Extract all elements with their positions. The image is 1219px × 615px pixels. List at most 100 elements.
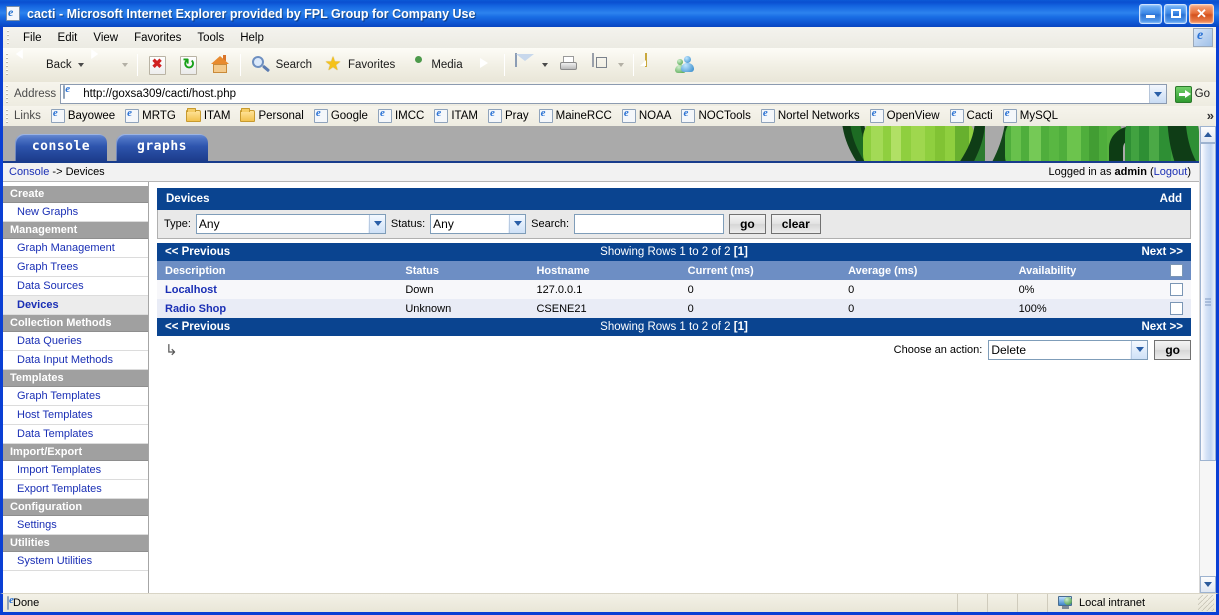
filter-clear-button[interactable]: clear bbox=[770, 214, 821, 234]
link-itam[interactable]: ITAM bbox=[429, 107, 483, 123]
menu-file[interactable]: File bbox=[15, 30, 50, 46]
favorites-button[interactable]: ★ Favorites bbox=[317, 53, 400, 77]
device-link-localhost[interactable]: Localhost bbox=[165, 284, 217, 296]
column-description[interactable]: Description bbox=[157, 261, 398, 280]
address-input[interactable]: http://goxsa309/cacti/host.php bbox=[60, 84, 1167, 104]
scrollbar-track[interactable] bbox=[1200, 143, 1216, 576]
sidebar-item-data-queries[interactable]: Data Queries bbox=[3, 332, 148, 351]
addressbar-grip[interactable] bbox=[5, 85, 11, 103]
device-link-radio-shop[interactable]: Radio Shop bbox=[165, 303, 226, 315]
toolbar-grip[interactable] bbox=[5, 53, 11, 77]
sidebar-item-data-input-methods[interactable]: Data Input Methods bbox=[3, 351, 148, 370]
maximize-button[interactable] bbox=[1164, 3, 1187, 24]
notes-button[interactable] bbox=[638, 52, 670, 78]
resize-grip[interactable] bbox=[1198, 595, 1214, 611]
messenger-button[interactable] bbox=[670, 53, 702, 77]
link-imcc[interactable]: IMCC bbox=[373, 107, 429, 123]
table-row[interactable]: Radio Shop Unknown CSENE21 0 0 100% bbox=[157, 299, 1191, 318]
link-noctools[interactable]: NOCTools bbox=[676, 107, 755, 123]
link-mrtg[interactable]: MRTG bbox=[120, 107, 181, 123]
sidebar-item-data-templates[interactable]: Data Templates bbox=[3, 425, 148, 444]
link-google[interactable]: Google bbox=[309, 107, 373, 123]
minimize-button[interactable] bbox=[1139, 3, 1162, 24]
link-personal[interactable]: Personal bbox=[235, 108, 308, 122]
previous-page-link-top[interactable]: << Previous bbox=[157, 243, 499, 261]
previous-page-link-bottom[interactable]: << Previous bbox=[157, 318, 499, 336]
stop-button[interactable] bbox=[142, 53, 173, 78]
sidebar-item-new-graphs[interactable]: New Graphs bbox=[3, 203, 148, 222]
tab-console[interactable]: console bbox=[15, 134, 107, 161]
link-itam-folder[interactable]: ITAM bbox=[181, 108, 236, 122]
linksbar-grip[interactable] bbox=[5, 108, 11, 124]
forward-history-caret-icon[interactable] bbox=[121, 63, 128, 67]
menu-view[interactable]: View bbox=[85, 30, 126, 46]
address-dropdown-button[interactable] bbox=[1148, 85, 1166, 103]
sidebar-item-host-templates[interactable]: Host Templates bbox=[3, 406, 148, 425]
menu-edit[interactable]: Edit bbox=[50, 30, 86, 46]
page-number[interactable]: [1] bbox=[734, 321, 748, 333]
filter-go-button[interactable]: go bbox=[729, 214, 766, 234]
forward-button[interactable] bbox=[89, 49, 133, 78]
link-bayowee[interactable]: Bayowee bbox=[46, 107, 120, 123]
home-button[interactable] bbox=[204, 53, 236, 77]
menu-help[interactable]: Help bbox=[232, 30, 272, 46]
link-openview[interactable]: OpenView bbox=[865, 107, 945, 123]
scroll-up-button[interactable] bbox=[1200, 126, 1216, 143]
page-number[interactable]: [1] bbox=[734, 246, 748, 258]
back-history-caret-icon[interactable] bbox=[77, 63, 84, 67]
go-button[interactable]: Go bbox=[1171, 85, 1214, 103]
menu-favorites[interactable]: Favorites bbox=[126, 30, 189, 46]
mail-button[interactable] bbox=[509, 52, 553, 78]
sidebar-item-devices[interactable]: Devices bbox=[3, 296, 148, 315]
row-checkbox[interactable] bbox=[1170, 283, 1183, 296]
link-nortel-networks[interactable]: Nortel Networks bbox=[756, 107, 865, 123]
search-button[interactable]: Search bbox=[245, 53, 317, 77]
link-pray[interactable]: Pray bbox=[483, 107, 534, 123]
menubar-grip[interactable] bbox=[6, 30, 12, 45]
select-all-checkbox[interactable] bbox=[1170, 264, 1183, 277]
media-button[interactable]: Media bbox=[400, 52, 467, 78]
sidebar-item-export-templates[interactable]: Export Templates bbox=[3, 480, 148, 499]
action-select[interactable]: Delete bbox=[988, 340, 1149, 360]
menu-tools[interactable]: Tools bbox=[189, 30, 232, 46]
column-availability[interactable]: Availability bbox=[1010, 261, 1162, 280]
sidebar-item-graph-trees[interactable]: Graph Trees bbox=[3, 258, 148, 277]
link-noaa[interactable]: NOAA bbox=[617, 107, 677, 123]
edit-caret-icon[interactable] bbox=[617, 63, 624, 67]
sidebar-item-settings[interactable]: Settings bbox=[3, 516, 148, 535]
next-page-link-top[interactable]: Next >> bbox=[849, 243, 1191, 261]
scroll-down-button[interactable] bbox=[1200, 576, 1216, 593]
mail-caret-icon[interactable] bbox=[541, 63, 548, 67]
column-current-ms[interactable]: Current (ms) bbox=[679, 261, 841, 280]
column-hostname[interactable]: Hostname bbox=[528, 261, 680, 280]
page-vertical-scrollbar[interactable] bbox=[1199, 126, 1216, 593]
link-mysql[interactable]: MySQL bbox=[998, 107, 1063, 123]
tab-graphs[interactable]: graphs bbox=[116, 134, 208, 161]
refresh-button[interactable] bbox=[173, 53, 204, 78]
row-checkbox[interactable] bbox=[1170, 302, 1183, 315]
scrollbar-thumb[interactable] bbox=[1200, 143, 1216, 461]
link-cacti[interactable]: Cacti bbox=[945, 107, 998, 123]
column-status[interactable]: Status bbox=[397, 261, 529, 280]
action-go-button[interactable]: go bbox=[1154, 340, 1191, 360]
add-device-link[interactable]: Add bbox=[1160, 193, 1182, 205]
back-button[interactable]: Back bbox=[15, 49, 89, 78]
table-row[interactable]: Localhost Down 127.0.0.1 0 0 0% bbox=[157, 280, 1191, 299]
edit-button[interactable] bbox=[585, 52, 629, 78]
type-filter-select[interactable]: Any bbox=[195, 214, 386, 234]
breadcrumb-console-link[interactable]: Console bbox=[9, 166, 49, 178]
sidebar-item-system-utilities[interactable]: System Utilities bbox=[3, 552, 148, 571]
sidebar-item-graph-templates[interactable]: Graph Templates bbox=[3, 387, 148, 406]
logout-link[interactable]: Logout bbox=[1154, 166, 1188, 178]
sidebar-item-data-sources[interactable]: Data Sources bbox=[3, 277, 148, 296]
sidebar-item-import-templates[interactable]: Import Templates bbox=[3, 461, 148, 480]
search-input[interactable] bbox=[574, 214, 725, 234]
history-button[interactable] bbox=[468, 52, 500, 78]
links-overflow-chevron-icon[interactable]: » bbox=[1207, 108, 1214, 123]
next-page-link-bottom[interactable]: Next >> bbox=[849, 318, 1191, 336]
print-button[interactable] bbox=[553, 53, 585, 77]
link-mainercc[interactable]: MaineRCC bbox=[534, 107, 617, 123]
column-average-ms[interactable]: Average (ms) bbox=[840, 261, 1011, 280]
sidebar-item-graph-management[interactable]: Graph Management bbox=[3, 239, 148, 258]
status-filter-select[interactable]: Any bbox=[430, 214, 527, 234]
